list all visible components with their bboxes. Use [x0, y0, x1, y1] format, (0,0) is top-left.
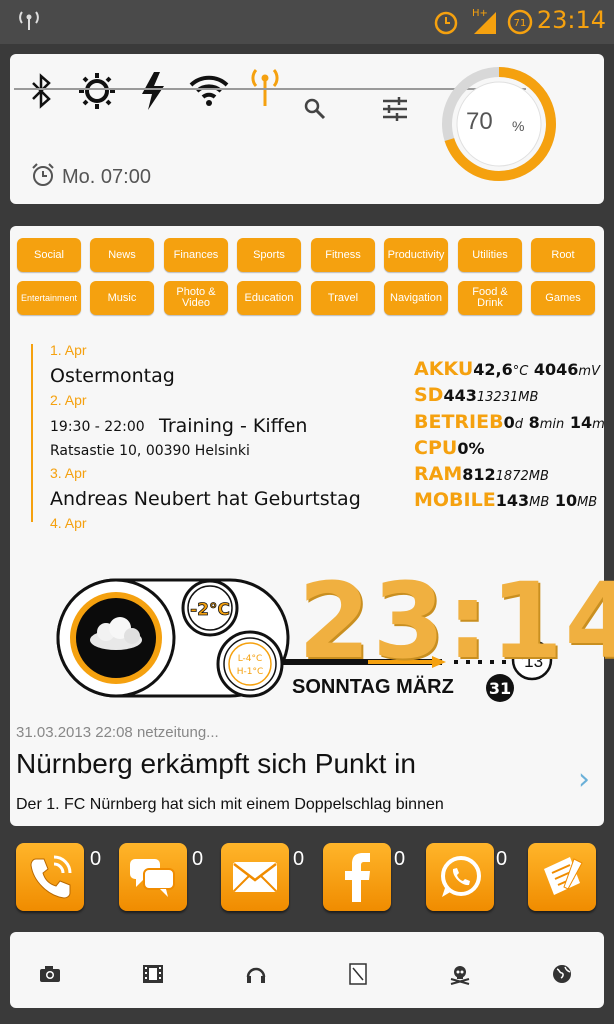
- messages-app-button[interactable]: [119, 843, 187, 911]
- settings-sliders-icon[interactable]: [374, 88, 416, 130]
- camera-icon[interactable]: [38, 962, 62, 986]
- category-education[interactable]: Education: [237, 281, 301, 315]
- chevron-right-icon[interactable]: ›: [578, 762, 590, 797]
- category-finances[interactable]: Finances: [164, 238, 228, 272]
- svg-text:71: 71: [514, 18, 527, 29]
- phone-app-button[interactable]: [16, 843, 84, 911]
- calendar-date: 3. Apr: [50, 465, 87, 481]
- envelope-icon: [233, 862, 277, 892]
- calendar-event-time: 19:30 - 22:00: [50, 419, 145, 435]
- status-bar: H+ 71 23:14: [0, 0, 614, 44]
- facebook-app-button[interactable]: [323, 843, 391, 911]
- category-music[interactable]: Music: [90, 281, 154, 315]
- news-headline[interactable]: Nürnberg erkämpft sich Punkt in: [16, 748, 416, 780]
- brightness-icon[interactable]: [76, 70, 118, 112]
- category-root[interactable]: Root: [531, 238, 595, 272]
- battery-ring: [442, 67, 556, 181]
- stat-cpu: CPU0%: [414, 437, 485, 459]
- weather-high: H-1°C: [237, 667, 264, 677]
- battery-percent: 70: [466, 108, 493, 135]
- facebook-icon: [345, 853, 370, 902]
- mobile-signal-icon: H+: [472, 8, 496, 34]
- battery-unit: %: [512, 118, 525, 134]
- category-games[interactable]: Games: [531, 281, 595, 315]
- hotspot-icon[interactable]: [244, 66, 286, 108]
- notepad-icon: [544, 857, 583, 895]
- category-food-drink[interactable]: Food & Drink: [458, 281, 522, 315]
- stat-akku: AKKU42,6°C 4046mV: [414, 358, 600, 380]
- category-entertainment[interactable]: Entertainment: [17, 281, 81, 315]
- category-sports[interactable]: Sports: [237, 238, 301, 272]
- whatsapp-icon: [441, 856, 481, 897]
- news-summary: Der 1. FC Nürnberg hat sich mit einem Do…: [16, 796, 444, 813]
- calendar-date: 2. Apr: [50, 392, 87, 408]
- headphones-icon[interactable]: [244, 962, 268, 986]
- chat-bubbles-icon: [130, 859, 175, 897]
- bluetooth-icon[interactable]: [20, 70, 62, 112]
- category-utilities[interactable]: Utilities: [458, 238, 522, 272]
- signal-broadcast-icon: [19, 11, 39, 30]
- skull-icon[interactable]: [448, 962, 472, 986]
- flash-icon[interactable]: [132, 70, 174, 112]
- category-fitness[interactable]: Fitness: [311, 238, 375, 272]
- svg-text:H+: H+: [472, 8, 488, 19]
- phone-count: 0: [90, 848, 102, 870]
- category-navigation[interactable]: Navigation: [384, 281, 448, 315]
- calendar-event-location: Ratsastie 10, 00390 Helsinki: [50, 443, 250, 459]
- category-photo-video[interactable]: Photo & Video: [164, 281, 228, 315]
- email-count: 0: [293, 848, 305, 870]
- clock-day: SONNTAG MÄRZ: [292, 676, 454, 698]
- facebook-count: 0: [394, 848, 406, 870]
- category-social[interactable]: Social: [17, 238, 81, 272]
- calendar-event[interactable]: Ostermontag: [50, 365, 175, 387]
- battery-icon: 71: [507, 9, 533, 35]
- weather-low: L-4°C: [238, 654, 263, 664]
- globe-icon[interactable]: [550, 962, 574, 986]
- whatsapp-app-button[interactable]: [426, 843, 494, 911]
- calendar-date: 1. Apr: [50, 342, 87, 358]
- phone-icon: [30, 855, 72, 899]
- wifi-icon[interactable]: [188, 70, 230, 112]
- alarm-icon: [434, 11, 458, 35]
- calendar-event[interactable]: Training - Kiffen: [159, 415, 307, 437]
- whatsapp-count: 0: [496, 848, 508, 870]
- category-travel[interactable]: Travel: [311, 281, 375, 315]
- category-productivity[interactable]: Productivity: [384, 238, 448, 272]
- email-app-button[interactable]: [221, 843, 289, 911]
- calendar-date: 4. Apr: [50, 515, 87, 531]
- status-time: 23:14: [536, 6, 606, 34]
- alarm-clock-icon: [32, 163, 54, 186]
- calendar-bar: [31, 344, 33, 522]
- bottom-shortcut-bar: [10, 932, 604, 1008]
- notes-app-button[interactable]: [528, 843, 596, 911]
- category-news[interactable]: News: [90, 238, 154, 272]
- calendar-event[interactable]: Andreas Neubert hat Geburtstag: [50, 488, 361, 510]
- stat-betrieb: BETRIEB0d 8min 14m: [414, 411, 605, 433]
- notepad-icon[interactable]: [346, 962, 370, 986]
- weather-temp: -2°C: [190, 600, 230, 620]
- clock-time[interactable]: 23:14: [298, 560, 614, 682]
- stat-sd: SD44313231MB: [414, 384, 539, 406]
- news-meta: 31.03.2013 22:08 netzeitung...: [16, 724, 219, 741]
- search-icon[interactable]: [294, 88, 336, 130]
- alarm-time[interactable]: Mo. 07:00: [62, 166, 151, 189]
- video-icon[interactable]: [141, 962, 165, 986]
- messages-count: 0: [192, 848, 204, 870]
- stat-mobile: MOBILE143MB 10MB: [414, 489, 598, 511]
- stat-ram: RAM8121872MB: [414, 463, 549, 485]
